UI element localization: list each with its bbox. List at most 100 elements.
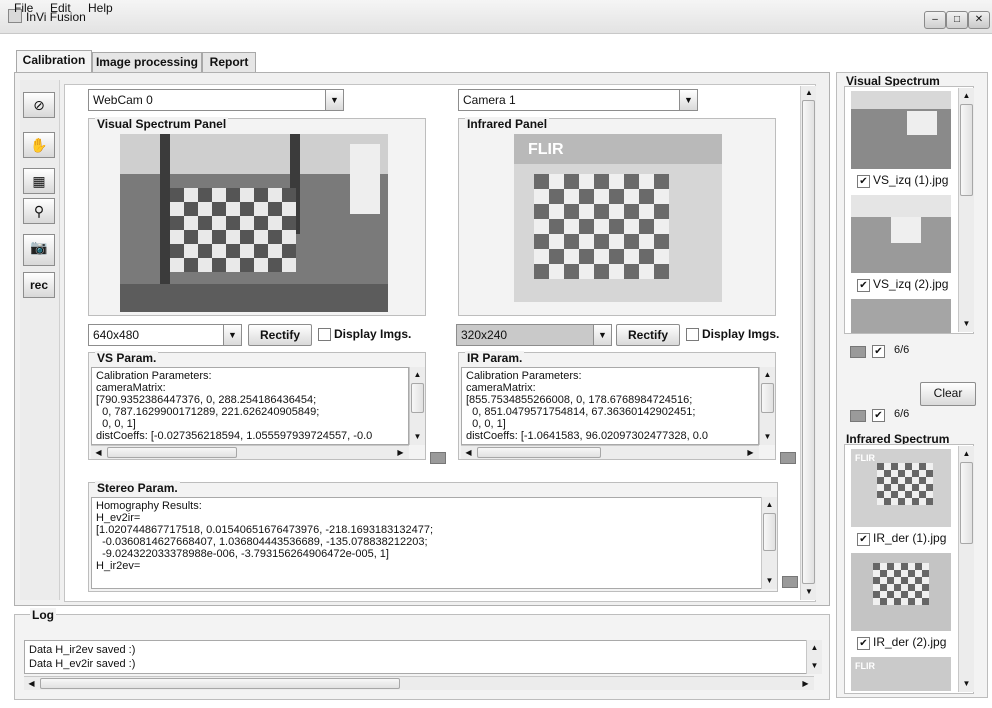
camera-off-button[interactable]: ⊘ <box>23 92 55 118</box>
scroll-thumb[interactable] <box>802 100 815 584</box>
ir-camera-select[interactable]: Camera 1 ▼ <box>458 89 698 111</box>
scroll-thumb[interactable] <box>960 104 973 196</box>
chevron-down-icon[interactable]: ▼ <box>223 325 241 345</box>
scroll-up-icon[interactable]: ▲ <box>411 368 424 381</box>
infrared-spectrum-list: FLIR ✔ IR_der (1).jpg ✔ IR_der (2).jpg F… <box>844 444 974 694</box>
capture-hand-button[interactable]: ✋ <box>23 132 55 158</box>
scroll-thumb[interactable] <box>477 447 601 458</box>
menu-file[interactable]: File <box>14 1 33 15</box>
list-item-thumbnail[interactable]: FLIR <box>851 657 951 691</box>
stereo-param-textarea[interactable]: Homography Results: H_ev2ir= [1.02074486… <box>91 497 763 589</box>
ir-item-1-checkbox[interactable]: ✔ <box>857 533 870 546</box>
scroll-up-icon[interactable]: ▲ <box>763 498 776 511</box>
scroll-up-icon[interactable]: ▲ <box>808 641 821 654</box>
vs-item-1-checkbox[interactable]: ✔ <box>857 175 870 188</box>
vs-param-hscroll[interactable]: ◀ ▶ <box>91 445 409 459</box>
scroll-down-icon[interactable]: ▼ <box>803 586 815 598</box>
ir-display-imgs-checkbox[interactable] <box>686 328 699 341</box>
scroll-down-icon[interactable]: ▼ <box>808 659 821 672</box>
ir-select-all-checkbox[interactable]: ✔ <box>872 409 885 422</box>
checker-square <box>639 174 654 189</box>
vs-param-title: VS Param. <box>95 351 159 365</box>
scroll-left-icon[interactable]: ◀ <box>462 446 475 459</box>
list-item-thumbnail[interactable]: FLIR <box>851 449 951 527</box>
menu-edit[interactable]: Edit <box>50 1 71 15</box>
scroll-thumb[interactable] <box>761 383 774 413</box>
scroll-down-icon[interactable]: ▼ <box>411 430 424 443</box>
vs-select-all-checkbox[interactable]: ✔ <box>872 345 885 358</box>
scroll-down-icon[interactable]: ▼ <box>960 677 973 690</box>
ir-param-hscroll[interactable]: ◀ ▶ <box>461 445 759 459</box>
scroll-down-icon[interactable]: ▼ <box>763 574 776 587</box>
vs-resolution-select[interactable]: 640x480 ▼ <box>88 324 242 346</box>
vs-item-2-checkbox[interactable]: ✔ <box>857 279 870 292</box>
scroll-down-icon[interactable]: ▼ <box>761 430 774 443</box>
tab-calibration[interactable]: Calibration <box>16 50 92 72</box>
scroll-right-icon[interactable]: ▶ <box>394 446 407 459</box>
ir-param-textarea[interactable]: Calibration Parameters: cameraMatrix: [8… <box>461 367 759 445</box>
scroll-up-icon[interactable]: ▲ <box>960 89 973 102</box>
checker-square <box>901 563 908 570</box>
scroll-thumb[interactable] <box>960 462 973 544</box>
scroll-up-icon[interactable]: ▲ <box>761 368 774 381</box>
content-scrollbar[interactable]: ▲ ▼ <box>800 86 816 600</box>
stereo-param-vscroll[interactable]: ▲ ▼ <box>761 497 777 589</box>
scroll-right-icon[interactable]: ▶ <box>744 446 757 459</box>
checker-square <box>226 202 240 216</box>
vs-save-folder-icon[interactable] <box>430 452 446 464</box>
webcam-select[interactable]: WebCam 0 ▼ <box>88 89 344 111</box>
ir-param-vscroll[interactable]: ▲ ▼ <box>759 367 775 445</box>
vs-list-scrollbar[interactable]: ▲ ▼ <box>958 88 974 332</box>
list-item-thumbnail[interactable] <box>851 553 951 631</box>
scroll-up-icon[interactable]: ▲ <box>803 87 815 99</box>
vs-display-imgs-checkbox[interactable] <box>318 328 331 341</box>
minimize-button[interactable]: – <box>924 11 946 29</box>
clear-button[interactable]: Clear <box>920 382 976 406</box>
vs-param-vscroll[interactable]: ▲ ▼ <box>409 367 425 445</box>
live-button[interactable]: 📷 <box>23 234 55 266</box>
rec-button[interactable]: rec <box>23 272 55 298</box>
list-item-thumbnail[interactable] <box>851 91 951 169</box>
ir-save-folder-icon[interactable] <box>780 452 796 464</box>
scroll-thumb[interactable] <box>107 447 237 458</box>
maximize-button[interactable]: □ <box>946 11 968 29</box>
ir-item-2-checkbox[interactable]: ✔ <box>857 637 870 650</box>
list-item-thumbnail[interactable] <box>851 299 951 333</box>
ir-list-scrollbar[interactable]: ▲ ▼ <box>958 446 974 692</box>
tab-report[interactable]: Report <box>202 52 256 72</box>
vs-rectify-button[interactable]: Rectify <box>248 324 312 346</box>
log-vscroll[interactable]: ▲ ▼ <box>806 640 822 674</box>
close-button[interactable]: ✕ <box>968 11 990 29</box>
chevron-down-icon[interactable]: ▼ <box>325 90 343 110</box>
scroll-up-icon[interactable]: ▲ <box>960 447 973 460</box>
scroll-thumb[interactable] <box>411 383 424 413</box>
scroll-thumb[interactable] <box>763 513 776 551</box>
scroll-down-icon[interactable]: ▼ <box>960 317 973 330</box>
checker-square <box>170 216 184 230</box>
log-textarea[interactable]: Data H_ir2ev saved :) Data H_ev2ir saved… <box>24 640 814 674</box>
checker-square <box>212 258 226 272</box>
chevron-down-icon[interactable]: ▼ <box>593 325 611 345</box>
chessboard-button[interactable]: ▦ <box>23 168 55 194</box>
log-hscroll[interactable]: ◀ ▶ <box>24 676 814 690</box>
tab-image-processing[interactable]: Image processing <box>92 52 202 72</box>
checker-square <box>926 463 933 470</box>
menu-help[interactable]: Help <box>88 1 113 15</box>
scroll-thumb[interactable] <box>40 678 400 689</box>
ir-resolution-select[interactable]: 320x240 ▼ <box>456 324 612 346</box>
vs-param-textarea[interactable]: Calibration Parameters: cameraMatrix: [7… <box>91 367 409 445</box>
vs-folder-icon[interactable] <box>850 346 866 358</box>
checker-square <box>898 484 905 491</box>
list-item-thumbnail[interactable] <box>851 195 951 273</box>
stereo-save-folder-icon[interactable] <box>782 576 798 588</box>
ir-folder-icon[interactable] <box>850 410 866 422</box>
scroll-left-icon[interactable]: ◀ <box>92 446 105 459</box>
ir-rectify-button[interactable]: Rectify <box>616 324 680 346</box>
scroll-right-icon[interactable]: ▶ <box>799 677 812 690</box>
chevron-down-icon[interactable]: ▼ <box>679 90 697 110</box>
checker-square <box>887 598 894 605</box>
checker-square <box>915 598 922 605</box>
checker-square <box>609 249 624 264</box>
stereo-calibrate-button[interactable]: ⚲ <box>23 198 55 224</box>
scroll-left-icon[interactable]: ◀ <box>25 677 38 690</box>
